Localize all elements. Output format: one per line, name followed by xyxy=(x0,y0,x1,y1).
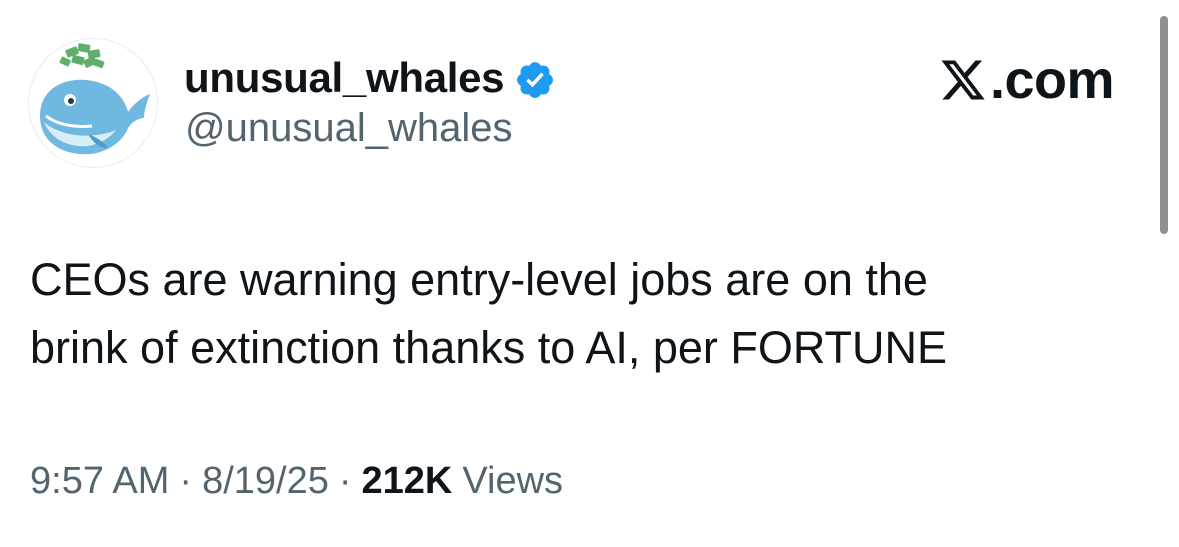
meta-separator: · xyxy=(179,460,193,502)
x-com-brand: .com xyxy=(938,50,1115,110)
tweet-time[interactable]: 9:57 AM xyxy=(30,460,169,503)
views-count: 212K xyxy=(361,460,453,502)
verified-badge-icon xyxy=(514,59,556,101)
meta-separator: · xyxy=(338,460,352,502)
views-label: Views xyxy=(462,460,564,502)
tweet-date[interactable]: 8/19/25 xyxy=(202,460,329,503)
author-row: unusual_whales xyxy=(184,52,556,104)
scrollbar[interactable] xyxy=(1160,16,1168,234)
x-logo-icon xyxy=(938,56,988,104)
tweet-text: CEOs are warning entry-level jobs are on… xyxy=(30,246,1130,382)
whale-avatar-icon xyxy=(40,43,150,155)
display-name[interactable]: unusual_whales xyxy=(184,54,505,102)
brand-text: .com xyxy=(989,50,1115,110)
tweet-line: CEOs are warning entry-level jobs are on… xyxy=(30,254,928,305)
tweet-line: brink of extinction thanks to AI, per FO… xyxy=(30,322,948,373)
avatar[interactable] xyxy=(28,38,158,168)
user-handle[interactable]: @unusual_whales xyxy=(185,106,512,151)
tweet-meta: 9:57 AM · 8/19/25 · 212K Views xyxy=(30,460,563,503)
